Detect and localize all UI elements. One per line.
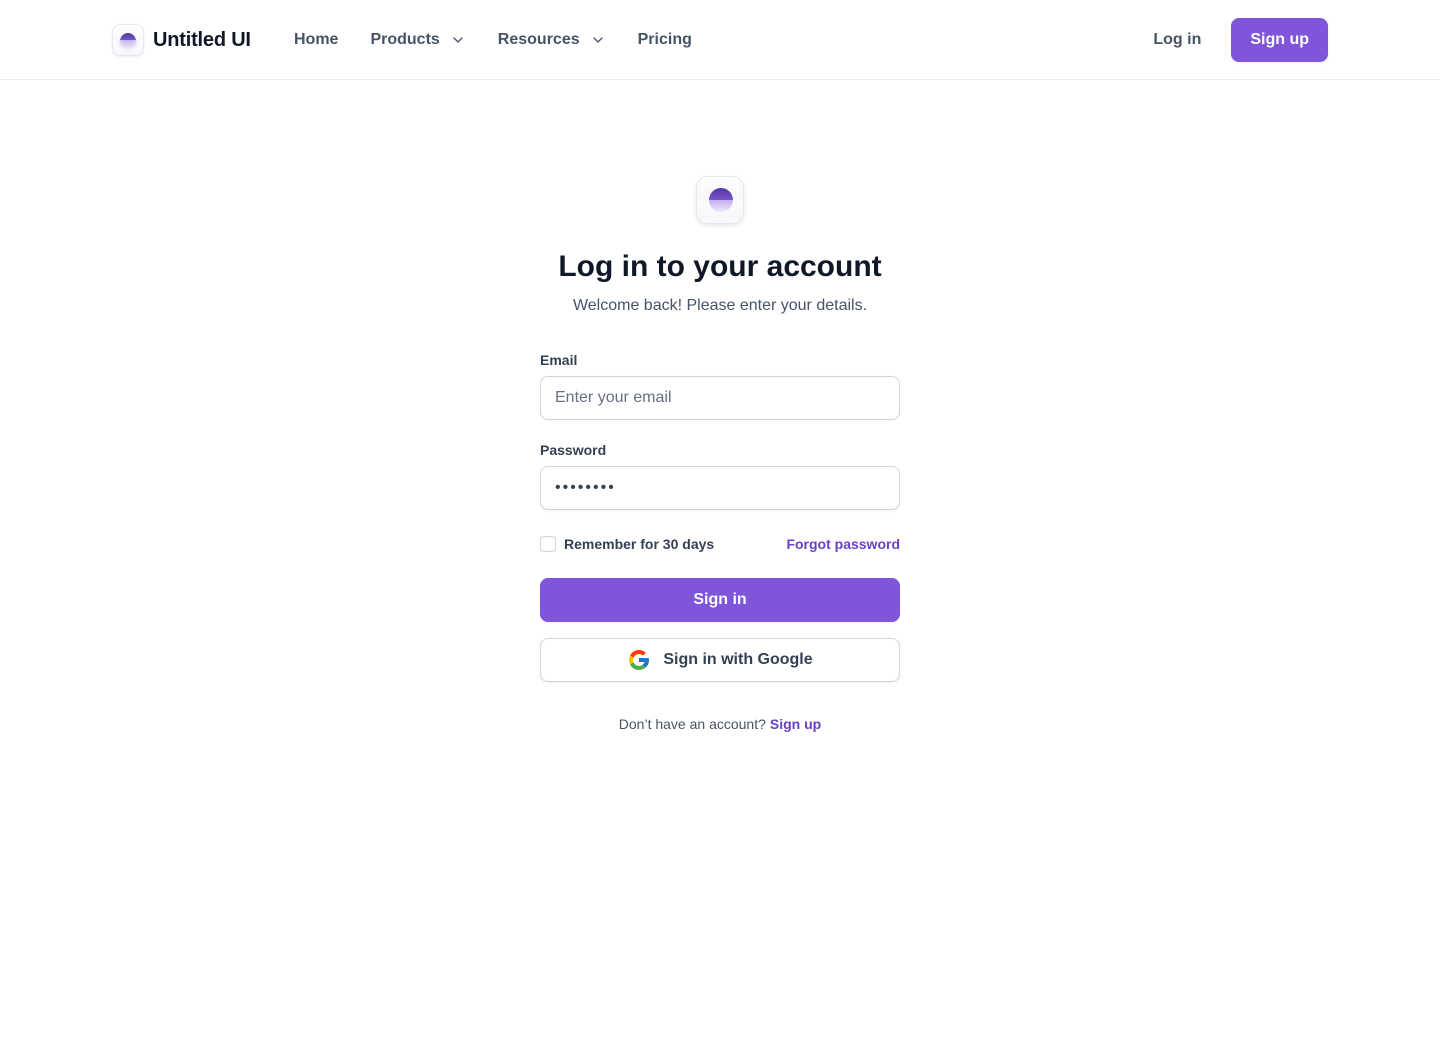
remember-label: Remember for 30 days [564, 536, 715, 552]
footer-signup-link[interactable]: Sign up [770, 716, 821, 732]
remember-checkbox[interactable] [540, 536, 556, 552]
email-label: Email [540, 352, 578, 368]
page-subtitle: Welcome back! Please enter your details. [572, 297, 868, 314]
password-field-group: Password [540, 440, 900, 510]
nav-item-products[interactable]: Products [370, 31, 465, 49]
header-signup-button[interactable]: Sign up [1231, 18, 1328, 62]
google-sign-in-label: Sign in with Google [663, 651, 813, 668]
forgot-password-link[interactable]: Forgot password [786, 536, 900, 552]
google-icon [629, 650, 650, 670]
email-field[interactable] [540, 376, 900, 420]
header-actions: Log in Sign up [1135, 18, 1328, 62]
login-options-row: Remember for 30 days Forgot password [540, 534, 900, 554]
logo-mark-icon [696, 176, 744, 224]
nav-item-home[interactable]: Home [294, 31, 338, 49]
brand[interactable]: Untitled UI [112, 24, 251, 56]
header-login-button[interactable]: Log in [1135, 21, 1219, 59]
login-form: Email Password Remember for 30 days Forg… [540, 350, 900, 682]
brand-name: Untitled UI [153, 28, 251, 51]
google-sign-in-button[interactable]: Sign in with Google [540, 638, 900, 682]
password-label: Password [540, 442, 607, 458]
signup-prompt-text: Don’t have an account? [618, 716, 766, 732]
chevron-down-icon [592, 37, 603, 43]
login-panel: Log in to your account Welcome back! Ple… [540, 176, 900, 734]
email-field-group: Email [540, 350, 900, 420]
main-nav: Home Products Resources Pricing [294, 28, 692, 52]
remember-me[interactable]: Remember for 30 days [540, 536, 714, 552]
nav-item-resources[interactable]: Resources [498, 31, 606, 49]
nav-item-label: Products [370, 31, 440, 48]
logo-mark-icon [112, 24, 144, 56]
sign-in-button[interactable]: Sign in [540, 578, 900, 622]
chevron-down-icon [453, 37, 463, 43]
page-title: Log in to your account [558, 250, 882, 283]
nav-item-label: Resources [497, 31, 580, 48]
password-field[interactable] [540, 466, 900, 510]
nav-item-label: Home [294, 31, 339, 48]
nav-item-pricing[interactable]: Pricing [638, 31, 692, 49]
nav-item-label: Pricing [637, 31, 692, 48]
signup-prompt: Don’t have an account? Sign up [540, 714, 900, 734]
top-navigation-bar: Untitled UI Home Products Resources Pric… [0, 0, 1440, 80]
